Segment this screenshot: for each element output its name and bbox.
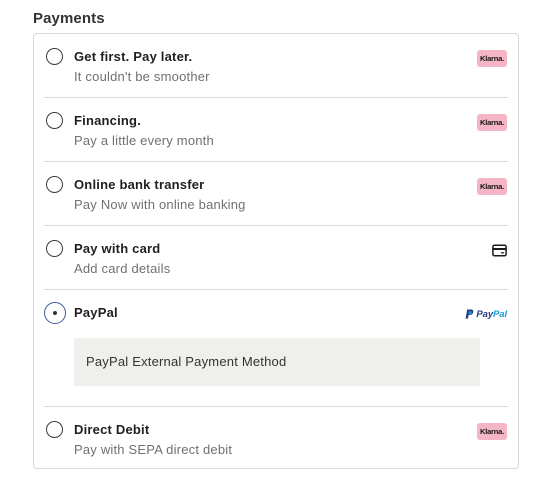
klarna-logo-icon: Klarna.	[477, 423, 507, 440]
radio-button-card[interactable]	[46, 240, 63, 257]
option-title: Financing.	[74, 113, 141, 128]
paypal-wordmark: PayPal	[476, 309, 507, 320]
radio-selected-dot	[53, 311, 57, 315]
payments-heading: Payments	[33, 10, 105, 27]
paypal-wordmark-pay: Pay	[476, 309, 494, 320]
klarna-logo-icon: Klarna.	[477, 114, 507, 131]
payment-option-bank-transfer[interactable]: Online bank transfer Pay Now with online…	[44, 162, 508, 226]
option-title: Online bank transfer	[74, 177, 205, 192]
option-title: Get first. Pay later.	[74, 49, 193, 64]
radio-button-financing[interactable]	[46, 112, 63, 129]
option-subtitle: Pay a little every month	[74, 133, 214, 148]
klarna-logo-icon: Klarna.	[477, 178, 507, 195]
radio-button-bank-transfer[interactable]	[46, 176, 63, 193]
paypal-external-method-panel: PayPal External Payment Method	[74, 338, 480, 386]
payment-option-card[interactable]: Pay with card Add card details	[44, 226, 508, 290]
radio-button-paypal[interactable]	[44, 302, 66, 324]
payment-option-pay-later[interactable]: Get first. Pay later. It couldn't be smo…	[44, 34, 508, 98]
option-title: PayPal	[74, 305, 118, 320]
option-subtitle: It couldn't be smoother	[74, 69, 210, 84]
payment-option-financing[interactable]: Financing. Pay a little every month Klar…	[44, 98, 508, 162]
paypal-logo-icon: PayPal	[465, 308, 507, 321]
option-title: Direct Debit	[74, 422, 150, 437]
option-title: Pay with card	[74, 241, 161, 256]
option-subtitle: Pay Now with online banking	[74, 197, 246, 212]
klarna-logo-icon: Klarna.	[477, 50, 507, 67]
payment-option-direct-debit[interactable]: Direct Debit Pay with SEPA direct debit …	[44, 407, 508, 469]
paypal-wordmark-pal: Pal	[493, 309, 507, 320]
payment-option-paypal[interactable]: PayPal PayPal PayPal External Payment Me…	[44, 290, 508, 407]
radio-button-direct-debit[interactable]	[46, 421, 63, 438]
paypal-p-icon	[466, 309, 474, 319]
payment-methods-list: Get first. Pay later. It couldn't be smo…	[33, 33, 519, 469]
radio-button-pay-later[interactable]	[46, 48, 63, 65]
credit-card-icon	[492, 244, 507, 257]
option-subtitle: Add card details	[74, 261, 171, 276]
option-subtitle: Pay with SEPA direct debit	[74, 442, 233, 457]
